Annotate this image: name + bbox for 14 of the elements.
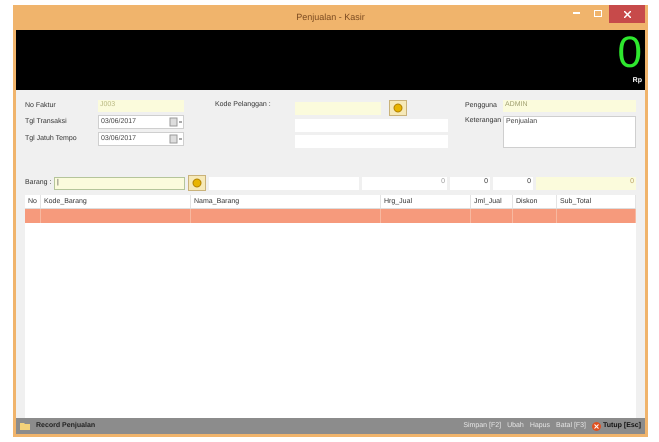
- search-icon: [393, 103, 403, 113]
- search-button[interactable]: [389, 100, 407, 116]
- close-button[interactable]: [609, 5, 645, 23]
- close-icon: [592, 422, 602, 430]
- minimize-icon: [572, 12, 580, 14]
- maximize-icon: [594, 10, 602, 16]
- calendar-icon: [169, 117, 183, 127]
- search-icon: [192, 178, 202, 188]
- calendar-icon: [169, 134, 183, 144]
- folder-icon: [20, 422, 30, 430]
- total-amount: 0: [618, 30, 642, 76]
- search-button[interactable]: [188, 175, 206, 191]
- close-icon: [624, 10, 630, 18]
- window-title: Penjualan - Kasir: [296, 10, 365, 24]
